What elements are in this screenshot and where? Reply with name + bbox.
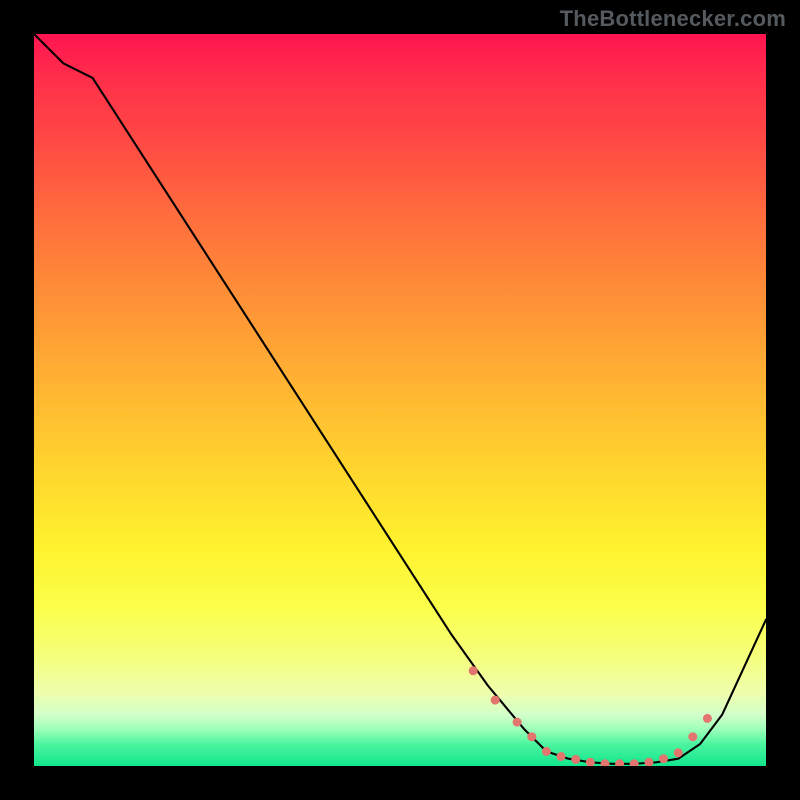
bottleneck-curve bbox=[34, 34, 766, 766]
curve-marker bbox=[688, 732, 697, 741]
plot-area bbox=[34, 34, 766, 766]
curve-marker bbox=[644, 758, 653, 766]
chart-stage: TheBottlenecker.com bbox=[0, 0, 800, 800]
curve-marker bbox=[527, 732, 536, 741]
watermark-label: TheBottlenecker.com bbox=[560, 6, 786, 32]
curve-marker bbox=[703, 714, 712, 723]
marker-group bbox=[469, 666, 712, 766]
curve-marker bbox=[513, 718, 522, 727]
curve-path bbox=[34, 34, 766, 764]
curve-marker bbox=[469, 666, 478, 675]
curve-marker bbox=[601, 759, 610, 766]
curve-marker bbox=[659, 754, 668, 763]
curve-marker bbox=[491, 696, 500, 705]
curve-marker bbox=[571, 755, 580, 764]
curve-marker bbox=[674, 748, 683, 757]
curve-marker bbox=[557, 752, 566, 761]
curve-marker bbox=[615, 759, 624, 766]
curve-marker bbox=[542, 747, 551, 756]
curve-marker bbox=[630, 759, 639, 766]
curve-marker bbox=[586, 758, 595, 766]
